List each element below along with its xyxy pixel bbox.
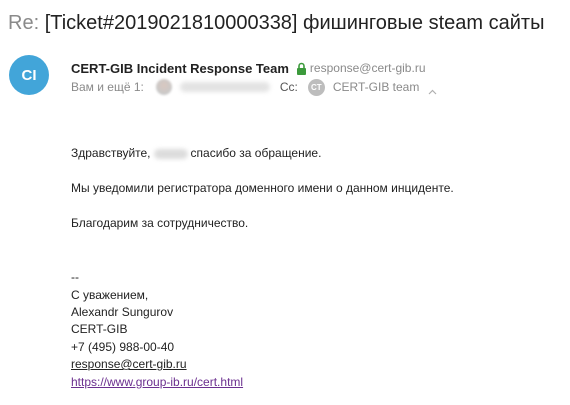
- recipient-avatar[interactable]: [155, 79, 172, 95]
- cc-name[interactable]: CERT-GIB team: [333, 80, 419, 94]
- sender-avatar-initials: CI: [21, 66, 37, 84]
- sender-avatar[interactable]: CI: [9, 55, 49, 95]
- signature-phone: +7 (495) 988-00-40: [71, 340, 175, 354]
- cc-avatar[interactable]: CT: [307, 78, 325, 96]
- greeting-before: Здравствуйте,: [71, 146, 151, 160]
- greeting-after: спасибо за обращение.: [190, 146, 322, 160]
- body-line-thanks: Благодарим за сотрудничество.: [71, 216, 249, 230]
- email-subject: Re: [Ticket#2019021810000338] фишинговые…: [8, 10, 544, 36]
- subject-prefix: Re:: [8, 12, 40, 34]
- cc-label: Cc:: [279, 80, 298, 94]
- redacted-name: [153, 148, 188, 159]
- chevron-up-icon[interactable]: [428, 84, 437, 95]
- signature-regards: С уважением,: [71, 288, 149, 302]
- subject-text: [Ticket#2019021810000338] фишинговые ste…: [44, 12, 545, 34]
- signature-org: CERT-GIB: [71, 322, 128, 336]
- cc-avatar-initials: CT: [311, 82, 322, 92]
- signature-url-link[interactable]: https://www.group-ib.ru/cert.html: [71, 375, 243, 389]
- signature-name: Alexandr Sungurov: [71, 305, 174, 319]
- sender-row: CERT-GIB Incident Response Team response…: [71, 60, 426, 76]
- to-label: Вам и ещё 1:: [71, 80, 144, 94]
- sender-email[interactable]: response@cert-gib.ru: [310, 61, 426, 75]
- recipient-email-redacted[interactable]: [179, 82, 270, 92]
- recipients-row: Вам и ещё 1: Cc: CT CERT-GIB team: [71, 78, 437, 96]
- greeting-line: Здравствуйте, спасибо за обращение.: [71, 146, 321, 160]
- body-line-notified: Мы уведомили регистратора доменного имен…: [71, 181, 454, 195]
- lock-icon: [296, 62, 307, 75]
- sender-name[interactable]: CERT-GIB Incident Response Team: [71, 61, 289, 76]
- signature-separator: --: [71, 270, 79, 284]
- signature-email-link[interactable]: response@cert-gib.ru: [71, 357, 187, 371]
